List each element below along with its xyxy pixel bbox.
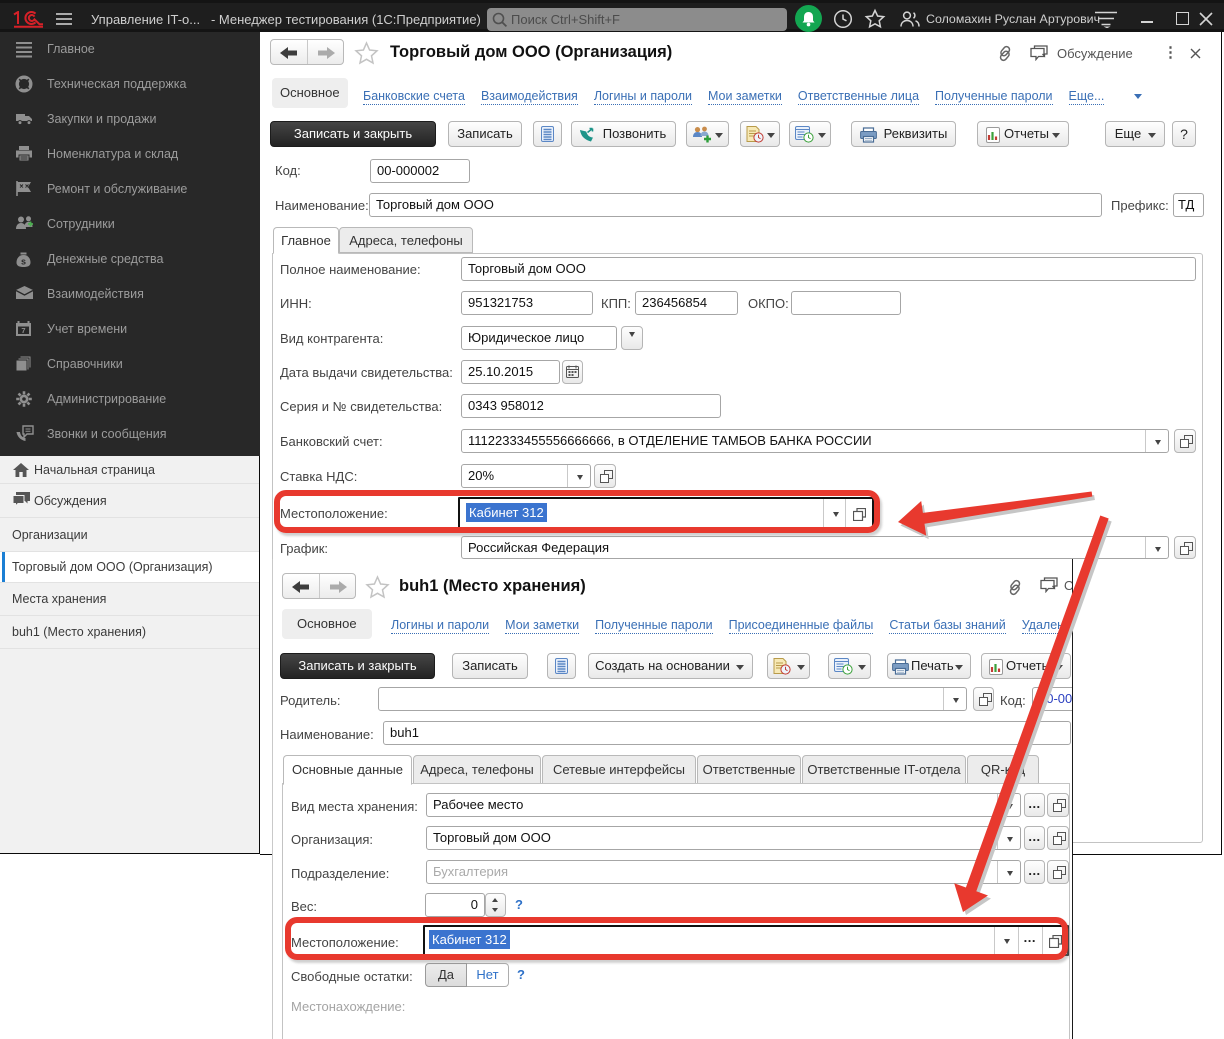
- svg-text:s: s: [21, 257, 26, 267]
- svg-text:7: 7: [21, 326, 25, 335]
